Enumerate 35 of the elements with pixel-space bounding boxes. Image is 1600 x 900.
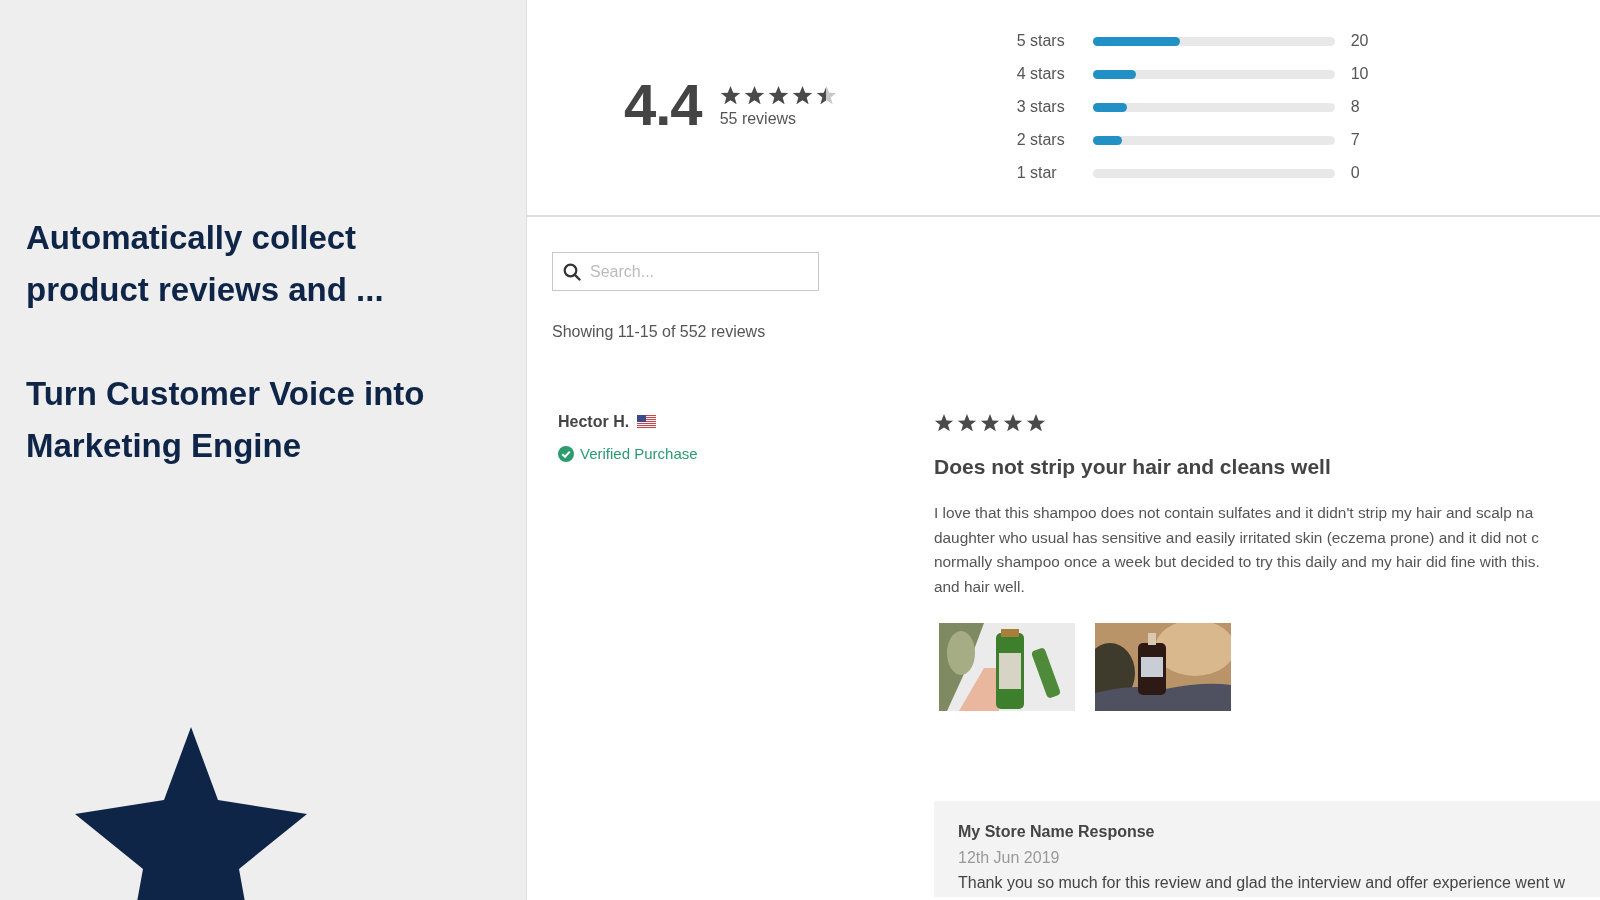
star-icon: [957, 413, 977, 433]
review-count: 55 reviews: [719, 110, 798, 128]
review-title: Does not strip your hair and cleans well: [934, 455, 1332, 479]
review-text: I love that this shampoo does not contain sulfates and it didn't strip my hair and scalp na daughter who usual has sensitive and easily irritated skin (eczema prone) and it did not c normally shampoo once a week but decided to try this daily and my hair did fine with this. and hair well.: [934, 503, 1541, 597]
rating-count: 10: [1350, 65, 1369, 83]
rating-label[interactable]: 2 stars: [1016, 130, 1077, 150]
star-icon: [743, 85, 765, 106]
headline: Automatically collect product reviews and ...: [26, 218, 385, 310]
rating-label[interactable]: 3 stars: [1016, 97, 1077, 117]
star-icon: [1003, 413, 1023, 433]
star-icon: [767, 85, 789, 106]
rating-label[interactable]: 1 star: [1016, 163, 1077, 183]
rating-count: 20: [1350, 32, 1369, 50]
response-text: Thank you so much for this review and glad the interview and offer experience went w: [958, 874, 1567, 892]
response-title: My Store Name Response: [958, 823, 1156, 841]
verified-label: Verified Purchase: [580, 445, 698, 462]
average-rating: 4.4: [624, 71, 702, 138]
rating-label[interactable]: 4 stars: [1016, 64, 1077, 84]
headline: Turn Customer Voice into Marketing Engine: [26, 374, 426, 466]
star-icon: [815, 85, 837, 106]
star-icon: [791, 85, 813, 106]
rating-count: 7: [1350, 131, 1361, 149]
results-count: Showing 11-15 of 552 reviews: [552, 323, 767, 341]
check-icon: [558, 445, 574, 462]
star-icon: [1026, 413, 1046, 433]
star-icon: [719, 85, 741, 106]
rating-count: 8: [1350, 98, 1361, 116]
flag-icon: [637, 415, 657, 429]
search-field[interactable]: Search...: [552, 252, 819, 291]
star-icon: [980, 413, 1000, 433]
star-icon: [934, 413, 954, 433]
rating-count: 0: [1350, 164, 1361, 182]
reviewer-name: Hector H.: [558, 413, 630, 431]
rating-label[interactable]: 5 stars: [1016, 31, 1077, 51]
response-date: 12th Jun 2019: [958, 849, 1061, 867]
